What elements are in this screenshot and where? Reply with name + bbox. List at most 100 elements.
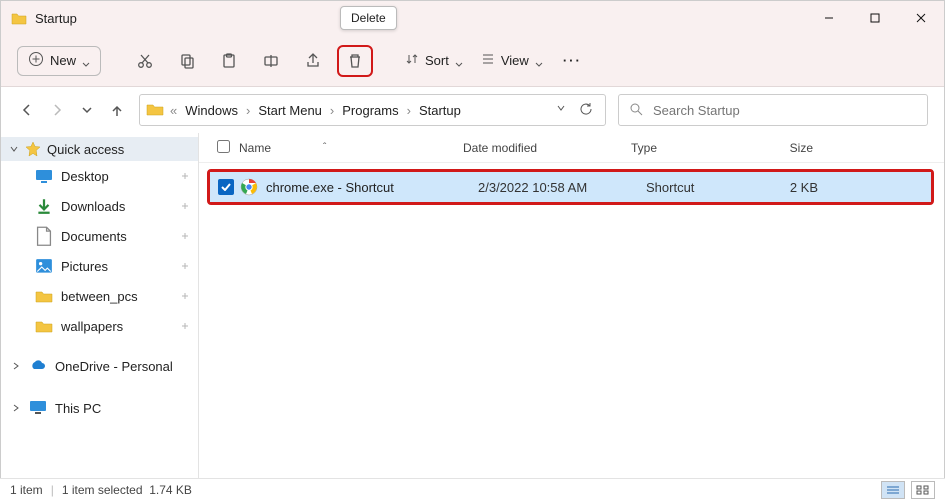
sidebar-item-label: Downloads <box>61 199 125 214</box>
folder-icon <box>35 318 53 334</box>
monitor-icon <box>29 400 47 417</box>
chevron-left-icon[interactable]: « <box>168 103 179 118</box>
close-button[interactable] <box>898 1 944 35</box>
file-size: 2 KB <box>754 180 818 195</box>
copy-button[interactable] <box>169 45 205 77</box>
sidebar-item-label: This PC <box>55 401 101 416</box>
sidebar-item-label: wallpapers <box>61 319 123 334</box>
sidebar-resize-handle[interactable] <box>192 133 198 479</box>
sidebar-item-pictures[interactable]: Pictures <box>1 251 198 281</box>
pin-icon <box>180 231 190 241</box>
sidebar-item-label: Pictures <box>61 259 108 274</box>
folder-icon <box>146 102 164 119</box>
chevron-down-icon <box>535 57 543 65</box>
sidebar-item-label: between_pcs <box>61 289 138 304</box>
breadcrumb-item[interactable]: Programs <box>338 101 402 120</box>
file-name: chrome.exe - Shortcut <box>266 180 478 195</box>
sort-button[interactable]: Sort <box>399 45 469 77</box>
cloud-icon <box>29 359 47 374</box>
refresh-icon[interactable] <box>579 102 593 119</box>
row-checkbox[interactable] <box>218 179 234 195</box>
paste-button[interactable] <box>211 45 247 77</box>
folder-icon <box>11 11 27 25</box>
column-headers: Name ˆ Date modified Type Size <box>199 133 944 163</box>
downloads-icon <box>35 198 53 214</box>
column-type[interactable]: Type <box>631 141 739 155</box>
sidebar-item-folder[interactable]: between_pcs <box>1 281 198 311</box>
chevron-right-icon: › <box>244 103 252 118</box>
desktop-icon <box>35 168 53 184</box>
minimize-button[interactable] <box>806 1 852 35</box>
sidebar-item-label: Documents <box>61 229 127 244</box>
breadcrumb: « Windows › Start Menu › Programs › Star… <box>168 101 545 120</box>
search-icon <box>629 102 643 119</box>
breadcrumb-item[interactable]: Start Menu <box>254 101 326 120</box>
delete-button[interactable] <box>337 45 373 77</box>
sort-asc-icon: ˆ <box>323 142 326 153</box>
chevron-down-icon <box>9 142 19 157</box>
plus-icon <box>28 51 44 70</box>
details-view-button[interactable] <box>881 481 905 499</box>
content-pane: Name ˆ Date modified Type Size chrome.ex… <box>199 133 944 479</box>
new-label: New <box>50 53 76 68</box>
quick-access-header[interactable]: Quick access <box>1 137 198 161</box>
column-label: Type <box>631 141 657 155</box>
highlighted-row: chrome.exe - Shortcut 2/3/2022 10:58 AM … <box>207 169 934 205</box>
status-size: 1.74 KB <box>149 483 192 497</box>
sidebar-item-desktop[interactable]: Desktop <box>1 161 198 191</box>
chrome-shortcut-icon <box>240 178 258 196</box>
sidebar: Quick access Desktop Downloads Documents… <box>1 133 199 479</box>
sidebar-item-documents[interactable]: Documents <box>1 221 198 251</box>
sidebar-item-onedrive[interactable]: OneDrive - Personal <box>1 351 198 382</box>
chevron-right-icon: › <box>328 103 336 118</box>
select-all-checkbox[interactable] <box>217 140 230 153</box>
cut-button[interactable] <box>127 45 163 77</box>
view-icon <box>481 52 495 69</box>
search-input[interactable] <box>653 103 917 118</box>
view-label: View <box>501 53 529 68</box>
sidebar-item-thispc[interactable]: This PC <box>1 392 198 425</box>
star-icon <box>25 141 41 157</box>
sidebar-item-folder[interactable]: wallpapers <box>1 311 198 341</box>
pin-icon <box>180 321 190 331</box>
share-button[interactable] <box>295 45 331 77</box>
back-button[interactable] <box>17 100 37 120</box>
up-button[interactable] <box>107 100 127 120</box>
breadcrumb-item[interactable]: Startup <box>415 101 465 120</box>
view-button[interactable]: View <box>475 45 549 77</box>
address-bar[interactable]: « Windows › Start Menu › Programs › Star… <box>139 94 606 126</box>
pin-icon <box>180 291 190 301</box>
status-bar: 1 item | 1 item selected 1.74 KB <box>0 478 945 500</box>
chevron-down-icon <box>82 57 90 65</box>
more-button[interactable]: ··· <box>555 53 590 68</box>
column-label: Name <box>239 141 271 155</box>
sidebar-item-downloads[interactable]: Downloads <box>1 191 198 221</box>
delete-tooltip: Delete <box>340 6 397 30</box>
folder-icon <box>35 288 53 304</box>
breadcrumb-item[interactable]: Windows <box>181 101 242 120</box>
rename-button[interactable] <box>253 45 289 77</box>
documents-icon <box>35 228 53 244</box>
maximize-button[interactable] <box>852 1 898 35</box>
table-row[interactable]: chrome.exe - Shortcut 2/3/2022 10:58 AM … <box>210 172 931 202</box>
chevron-down-icon[interactable] <box>555 102 567 119</box>
window-title: Startup <box>35 11 77 26</box>
new-button[interactable]: New <box>17 46 101 76</box>
forward-button[interactable] <box>47 100 67 120</box>
pin-icon <box>180 261 190 271</box>
icons-view-button[interactable] <box>911 481 935 499</box>
pictures-icon <box>35 258 53 274</box>
search-box[interactable] <box>618 94 928 126</box>
quick-access-label: Quick access <box>47 142 124 157</box>
chevron-down-icon <box>455 57 463 65</box>
chevron-right-icon <box>11 359 21 374</box>
column-size[interactable]: Size <box>739 141 813 155</box>
recent-button[interactable] <box>77 100 97 120</box>
column-name[interactable]: Name ˆ <box>239 141 463 155</box>
file-type: Shortcut <box>646 180 754 195</box>
chevron-right-icon: › <box>405 103 413 118</box>
column-label: Size <box>790 141 813 155</box>
column-label: Date modified <box>463 141 537 155</box>
toolbar: New Sort View ··· <box>1 35 944 87</box>
column-date[interactable]: Date modified <box>463 141 631 155</box>
